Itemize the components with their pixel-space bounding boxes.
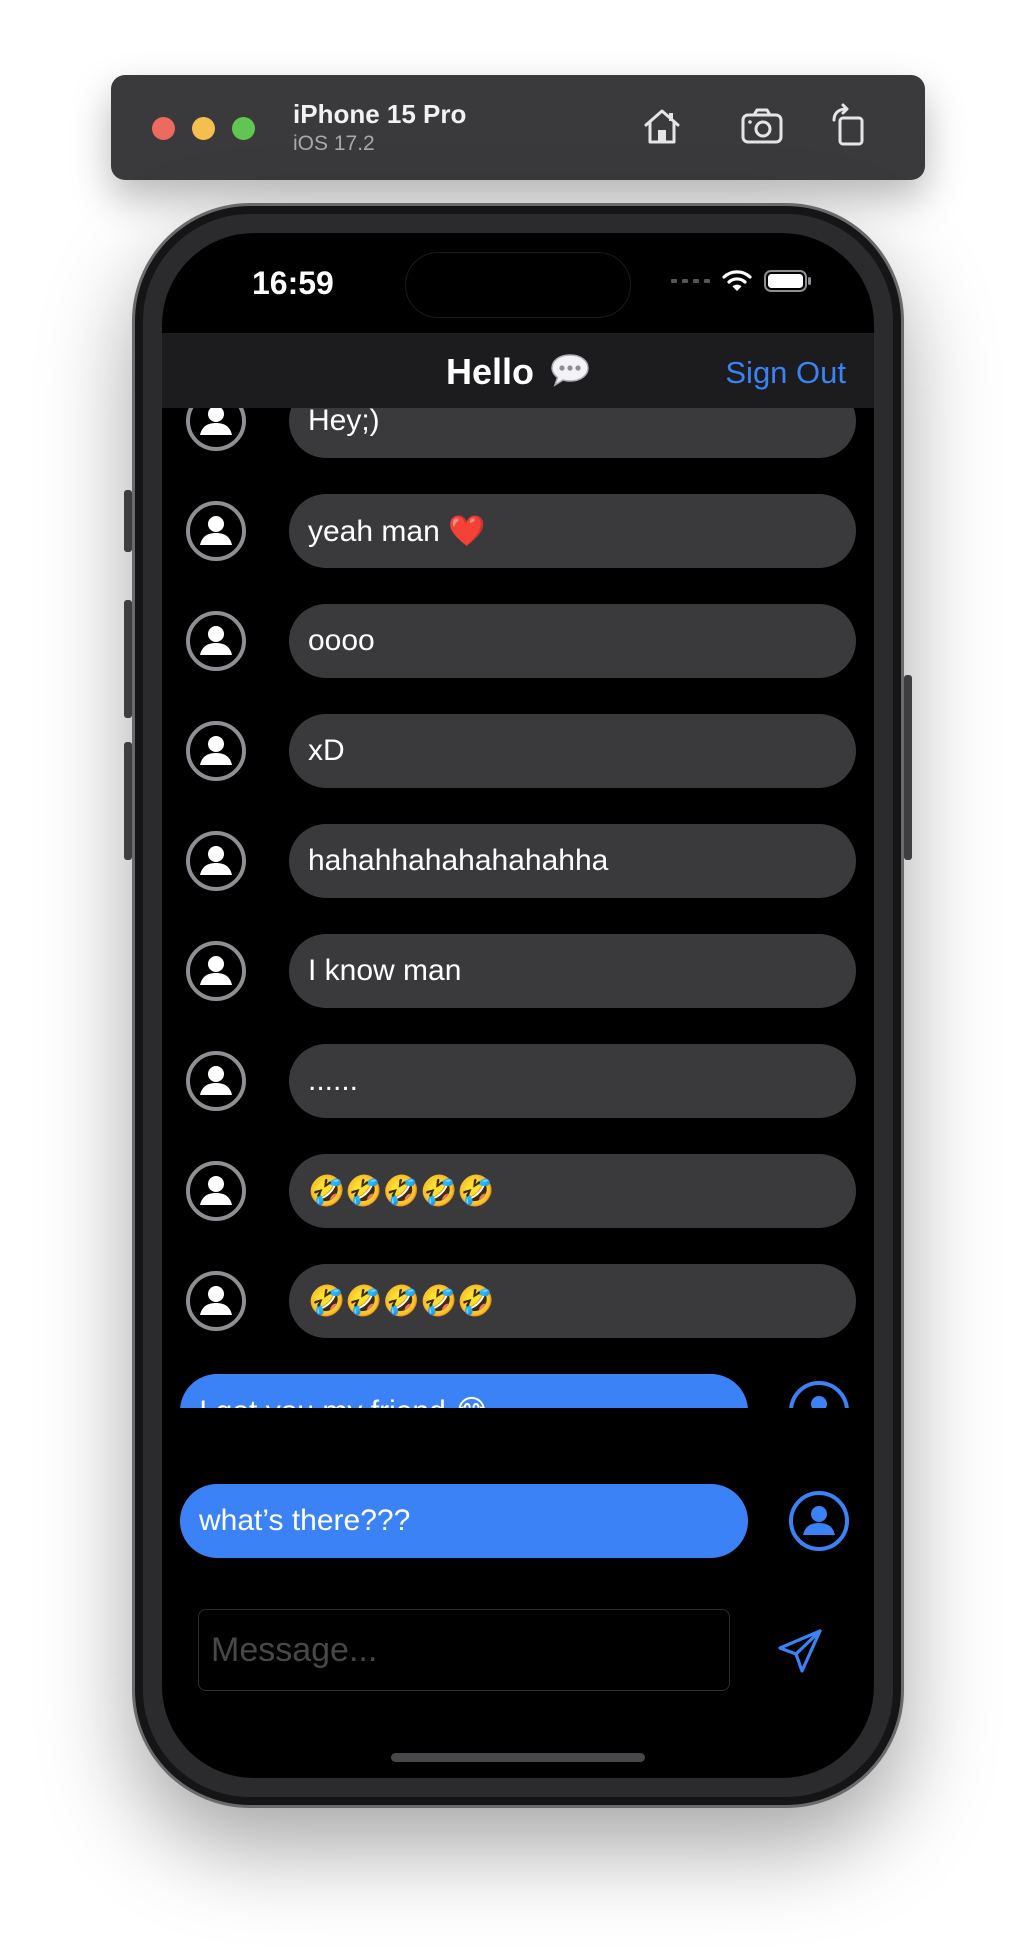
cellular-dots-icon <box>671 279 710 283</box>
close-window-button[interactable] <box>152 117 175 140</box>
message-bubble[interactable]: yeah man ❤️ <box>289 494 856 568</box>
person-circle-icon <box>186 501 246 561</box>
message-row: 🤣🤣🤣🤣🤣 <box>162 1264 874 1338</box>
sender-avatar <box>185 1270 247 1332</box>
zoom-window-button[interactable] <box>232 117 255 140</box>
message-bubble[interactable]: 🤣🤣🤣🤣🤣 <box>289 1154 856 1228</box>
message-bubble[interactable]: 🤣🤣🤣🤣🤣 <box>289 1264 856 1338</box>
own-avatar <box>788 1380 850 1408</box>
person-circle-icon <box>186 1271 246 1331</box>
sender-avatar <box>185 830 247 892</box>
message-bubble[interactable]: I know man <box>289 934 856 1008</box>
own-avatar <box>788 1490 850 1552</box>
wifi-icon <box>722 270 752 291</box>
volume-up-button <box>124 600 132 718</box>
home-button[interactable] <box>638 102 686 150</box>
dynamic-island <box>405 252 631 318</box>
sender-avatar <box>185 500 247 562</box>
message-row: I know man <box>162 934 874 1008</box>
message-row: what’s there??? <box>162 1484 874 1558</box>
os-version: iOS 17.2 <box>293 132 375 155</box>
message-bubble[interactable]: what’s there??? <box>180 1484 748 1558</box>
message-row: oooo <box>162 604 874 678</box>
person-circle-icon <box>186 1051 246 1111</box>
sender-avatar <box>185 720 247 782</box>
volume-down-button <box>124 742 132 860</box>
phone-screen: 16:59 Hello Sign Out Hey;) yeah man ❤️ o… <box>162 233 874 1778</box>
device-name: iPhone 15 Pro <box>293 99 467 129</box>
paper-plane-icon <box>778 1629 822 1673</box>
message-bubble[interactable]: hahahhahahahahahha <box>289 824 856 898</box>
power-button <box>904 675 912 860</box>
sender-avatar <box>185 408 247 452</box>
screenshot-icon <box>741 108 783 144</box>
rotate-icon <box>832 103 864 146</box>
message-list[interactable]: Hey;) yeah man ❤️ oooo xD hahahhahahahah… <box>162 408 874 1408</box>
message-row: 🤣🤣🤣🤣🤣 <box>162 1154 874 1228</box>
sender-avatar <box>185 610 247 672</box>
action-button <box>124 490 132 552</box>
person-circle-icon <box>186 721 246 781</box>
sender-avatar <box>185 1160 247 1222</box>
speech-bubble-icon <box>551 354 589 387</box>
message-row: yeah man ❤️ <box>162 494 874 568</box>
home-icon <box>644 109 680 144</box>
person-circle-icon <box>186 941 246 1001</box>
sign-out-button[interactable]: Sign Out <box>725 355 846 391</box>
person-circle-icon <box>789 1381 849 1408</box>
person-circle-icon <box>186 408 246 451</box>
screenshot-button[interactable] <box>738 102 786 150</box>
rotate-button[interactable] <box>826 102 874 150</box>
minimize-window-button[interactable] <box>192 117 215 140</box>
navigation-bar: Hello Sign Out <box>162 333 874 408</box>
message-row: Hey;) <box>162 408 874 458</box>
message-bubble[interactable]: Hey;) <box>289 408 856 458</box>
message-row: I get you my friend 😂 <box>162 1374 874 1408</box>
page-title-text: Hello <box>445 351 534 392</box>
status-time: 16:59 <box>252 265 334 301</box>
person-circle-icon <box>186 831 246 891</box>
message-bubble[interactable]: xD <box>289 714 856 788</box>
message-bubble[interactable]: ...... <box>289 1044 856 1118</box>
person-circle-icon <box>789 1491 849 1551</box>
person-circle-icon <box>186 611 246 671</box>
message-bubble[interactable]: oooo <box>289 604 856 678</box>
send-button[interactable] <box>772 1623 828 1679</box>
message-bubble[interactable]: I get you my friend 😂 <box>180 1374 748 1408</box>
message-row: hahahhahahahahahha <box>162 824 874 898</box>
status-icons <box>671 269 812 293</box>
sender-avatar <box>185 1050 247 1112</box>
message-row: xD <box>162 714 874 788</box>
message-row: ...... <box>162 1044 874 1118</box>
sender-avatar <box>185 940 247 1002</box>
message-input[interactable] <box>198 1609 730 1691</box>
battery-icon <box>764 270 811 292</box>
home-indicator[interactable] <box>391 1753 645 1762</box>
person-circle-icon <box>186 1161 246 1221</box>
